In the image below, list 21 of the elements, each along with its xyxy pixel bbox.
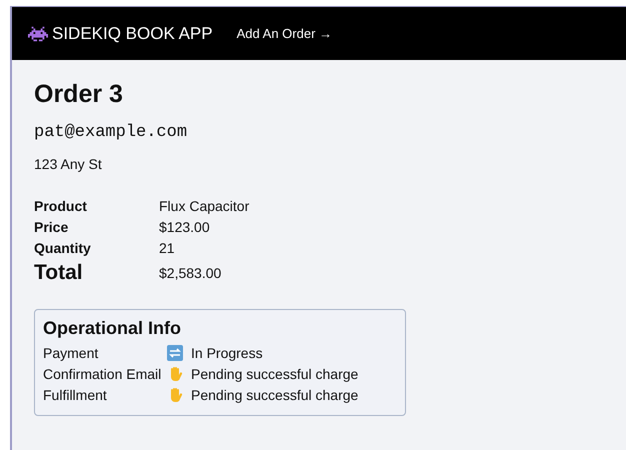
detail-value: Flux Capacitor [159, 198, 250, 214]
step-status: Pending successful charge [191, 386, 358, 402]
alien-icon [28, 26, 48, 42]
add-order-link[interactable]: Add An Order → [236, 26, 332, 41]
order-title: Order 3 [34, 80, 124, 109]
detail-label: Total [34, 261, 84, 285]
step-label: Confirmation Email [43, 366, 162, 382]
step-label: Fulfillment [43, 386, 108, 402]
panel-title: Operational Info [43, 318, 182, 339]
detail-label: Product [34, 198, 88, 214]
detail-label: Price [34, 219, 70, 235]
step-status: Pending successful charge [191, 366, 358, 382]
customer-address: 123 Any St [34, 156, 103, 172]
detail-value: $123.00 [159, 219, 211, 235]
detail-label: Quantity [34, 240, 92, 256]
step-label: Payment [43, 344, 100, 360]
detail-value: 21 [159, 240, 176, 256]
detail-value: $2,583.00 [159, 265, 222, 281]
brand-link[interactable]: SIDEKIQ BOOK APP [52, 24, 213, 44]
step-status: In Progress [191, 344, 263, 360]
customer-email: pat@example.com [34, 123, 188, 142]
